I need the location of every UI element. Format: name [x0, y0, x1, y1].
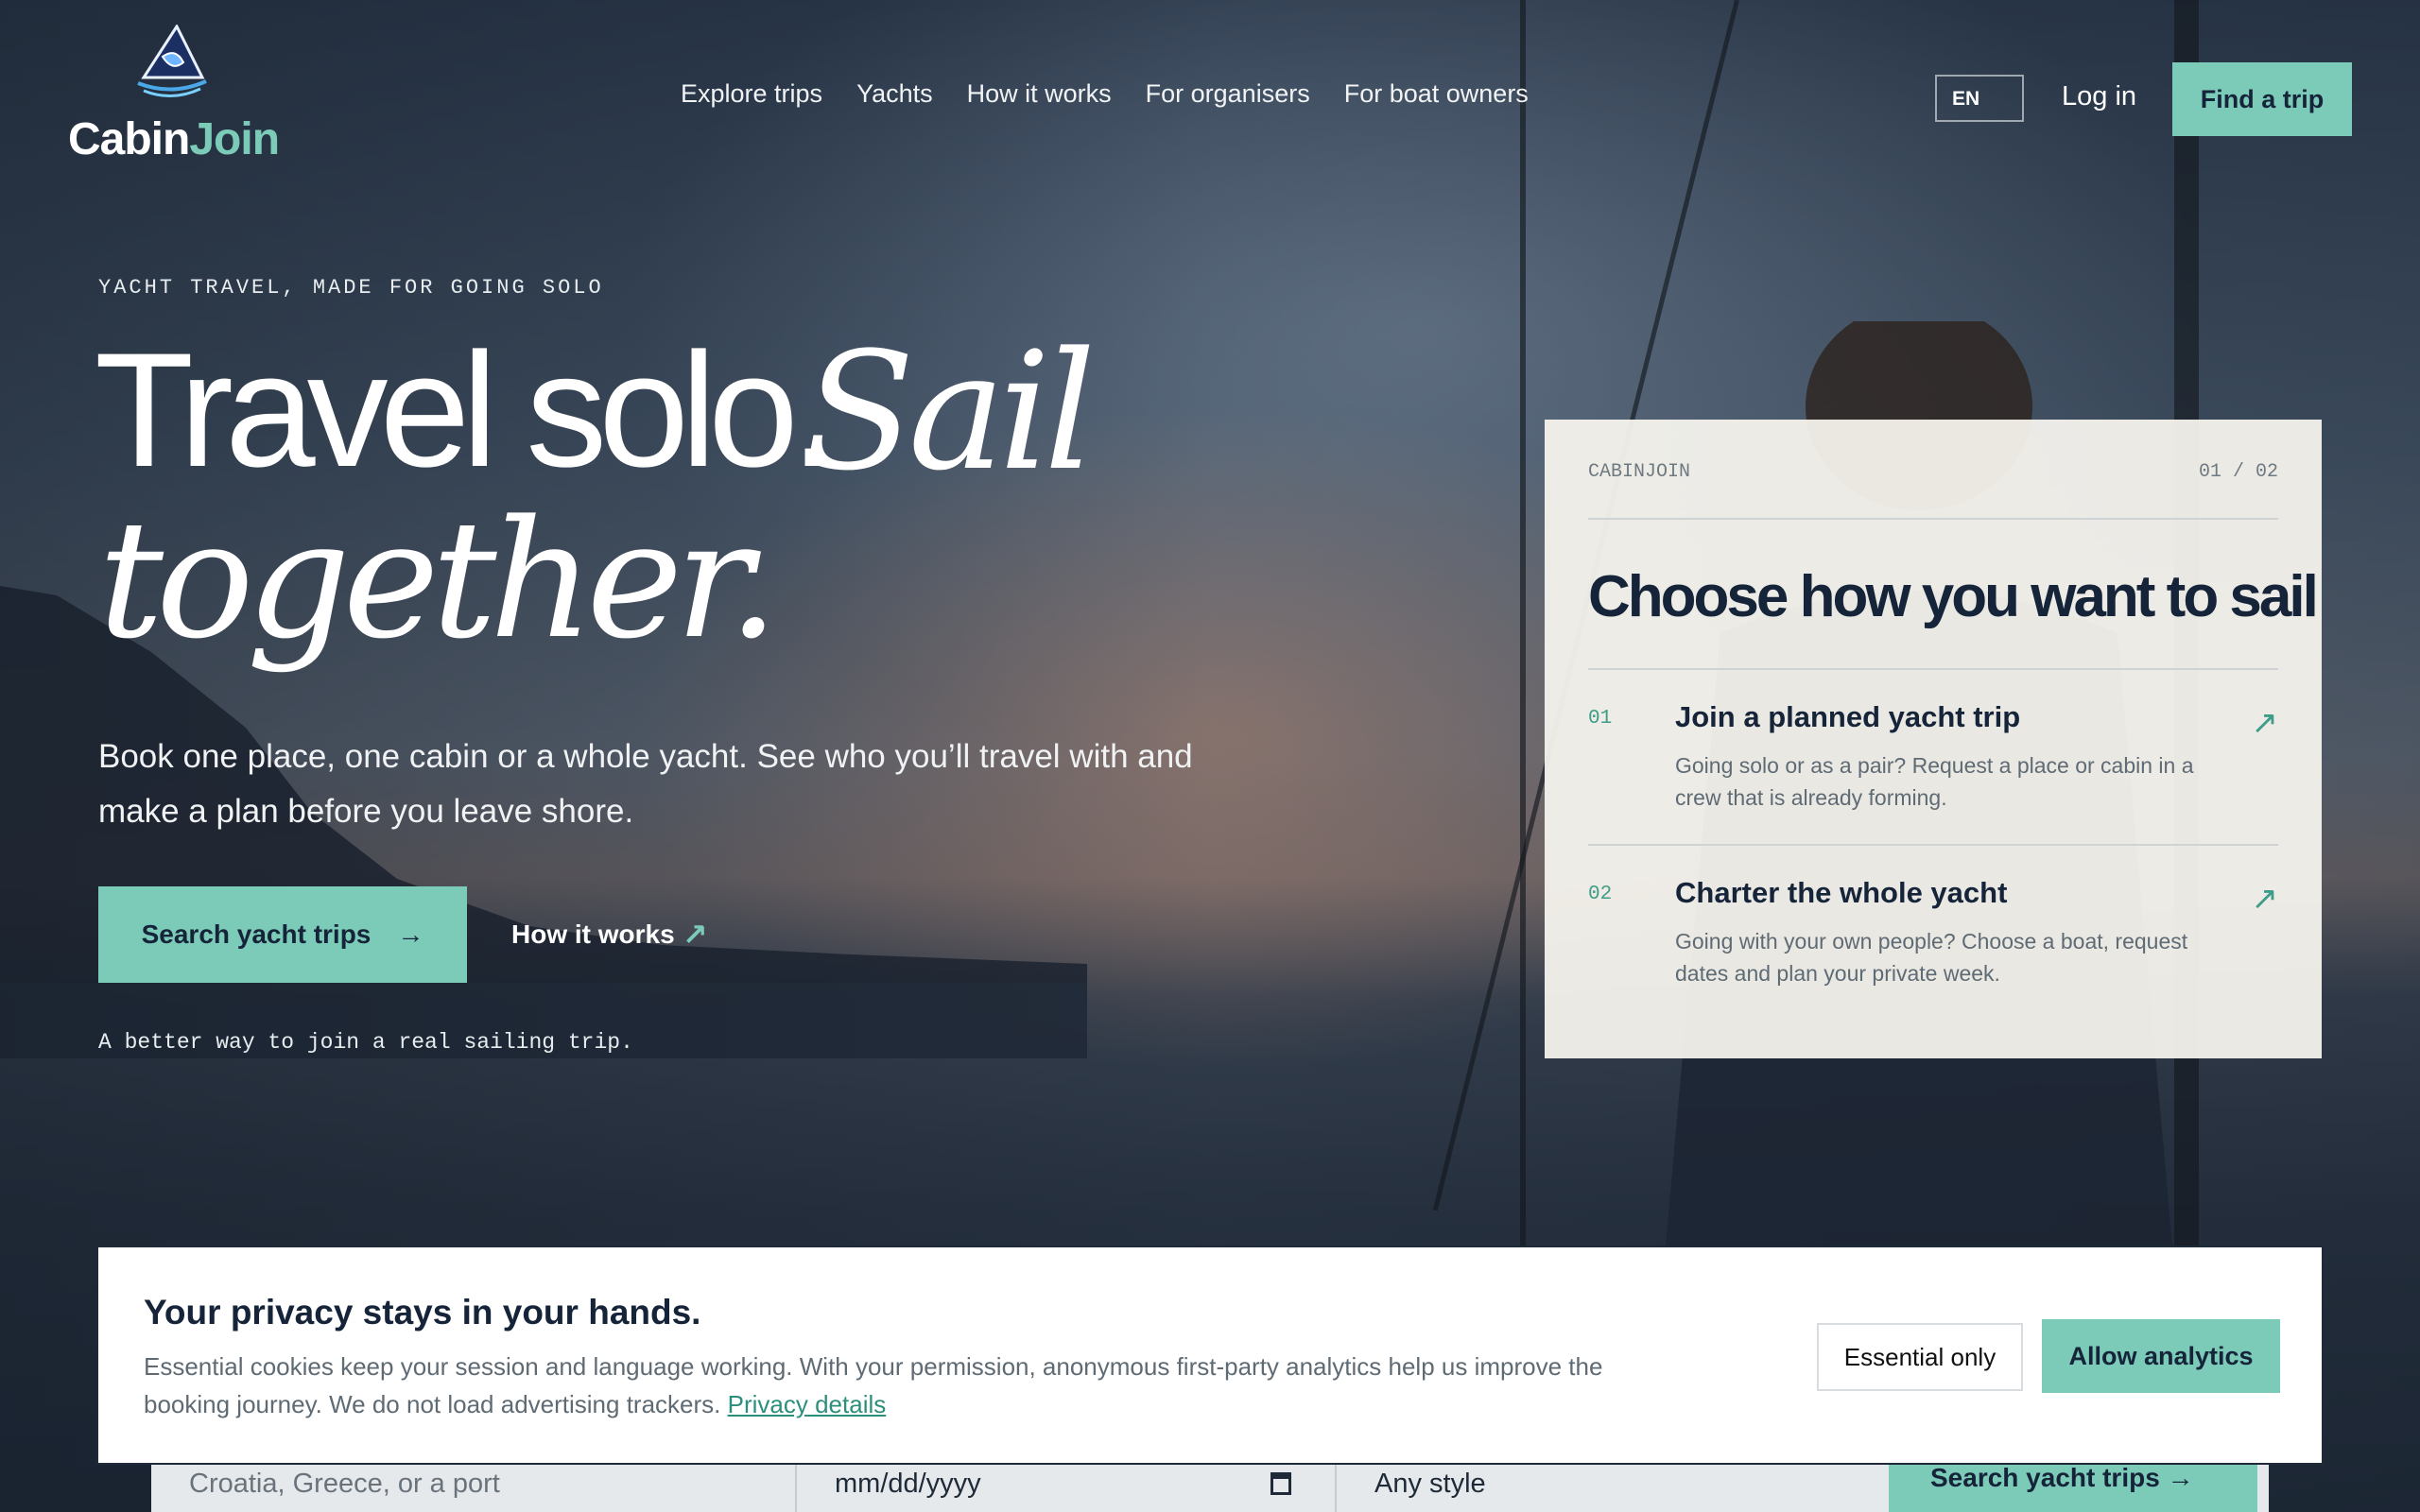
- privacy-details-link[interactable]: Privacy details: [728, 1390, 887, 1418]
- card-header: CABINJOIN 01 / 02: [1588, 420, 2278, 520]
- hero-eyebrow: YACHT TRAVEL, MADE FOR GOING SOLO: [98, 276, 604, 300]
- logo-wordmark: CabinJoin: [68, 113, 280, 165]
- hero-title-plain: Travel solo.: [95, 319, 836, 501]
- option-charter-whole-yacht[interactable]: 02 Charter the whole yacht Going with yo…: [1588, 844, 2278, 1018]
- card-brand: CABINJOIN: [1588, 461, 1691, 483]
- find-trip-button[interactable]: Find a trip: [2172, 62, 2352, 136]
- main-nav: Explore trips Yachts How it works For or…: [681, 79, 1529, 109]
- allow-analytics-button[interactable]: Allow analytics: [2042, 1319, 2280, 1393]
- nav-yachts[interactable]: Yachts: [856, 79, 933, 109]
- arrow-right-icon: →: [397, 919, 424, 949]
- option-number: 01: [1588, 708, 1613, 730]
- card-pager: 01 / 02: [2198, 461, 2278, 483]
- option-title: Charter the whole yacht: [1675, 876, 2008, 909]
- essential-only-button[interactable]: Essential only: [1817, 1323, 2023, 1391]
- option-body: Join a planned yacht trip Going solo or …: [1675, 700, 2223, 844]
- mast-line: [1520, 0, 1526, 1247]
- nav-for-organisers[interactable]: For organisers: [1146, 79, 1310, 109]
- card-title: Choose how you want to sail: [1588, 520, 2319, 670]
- option-description: Going solo or as a pair? Request a place…: [1675, 753, 2194, 810]
- logo-join: Join: [189, 114, 280, 164]
- cookie-title: Your privacy stays in your hands.: [144, 1293, 701, 1332]
- option-title: Join a planned yacht trip: [1675, 700, 2021, 733]
- choose-sail-card: CABINJOIN 01 / 02 Choose how you want to…: [1545, 420, 2322, 1058]
- login-link[interactable]: Log in: [2062, 81, 2136, 112]
- hero-title-italic-together: together.: [98, 485, 779, 675]
- hero-tagline: A better way to join a real sailing trip…: [98, 1030, 633, 1055]
- nav-how-it-works[interactable]: How it works: [967, 79, 1112, 109]
- date-value: mm/dd/yyyy: [835, 1469, 981, 1499]
- how-it-works-label: How it works: [511, 919, 675, 949]
- brand-logo[interactable]: CabinJoin: [68, 25, 280, 166]
- logo-cabin: Cabin: [68, 114, 190, 164]
- arrow-up-right-icon: ↗: [2251, 881, 2279, 917]
- sailboat-logo-icon: [137, 25, 207, 97]
- arrow-up-right-icon: ↗: [2251, 705, 2279, 741]
- language-selector[interactable]: EN: [1935, 75, 2024, 122]
- search-yacht-trips-button[interactable]: Search yacht trips →: [98, 886, 467, 983]
- nav-explore-trips[interactable]: Explore trips: [681, 79, 822, 109]
- option-number: 02: [1588, 884, 1613, 905]
- nav-for-boat-owners[interactable]: For boat owners: [1344, 79, 1529, 109]
- option-body: Charter the whole yacht Going with your …: [1675, 876, 2223, 1018]
- calendar-icon: [1270, 1472, 1291, 1495]
- option-description: Going with your own people? Choose a boa…: [1675, 929, 2188, 986]
- hero-title-italic-sail: Sail: [804, 317, 1096, 507]
- search-button-label: Search yacht trips: [141, 919, 372, 949]
- arrow-up-right-icon: ↗: [682, 918, 708, 952]
- option-join-planned-trip[interactable]: 01 Join a planned yacht trip Going solo …: [1588, 670, 2278, 844]
- cookie-body: Essential cookies keep your session and …: [144, 1348, 1656, 1423]
- how-it-works-link[interactable]: How it works ↗: [511, 917, 708, 953]
- hero-lede: Book one place, one cabin or a whole yac…: [98, 738, 1193, 830]
- cookie-banner: Your privacy stays in your hands. Essent…: [96, 1246, 2324, 1465]
